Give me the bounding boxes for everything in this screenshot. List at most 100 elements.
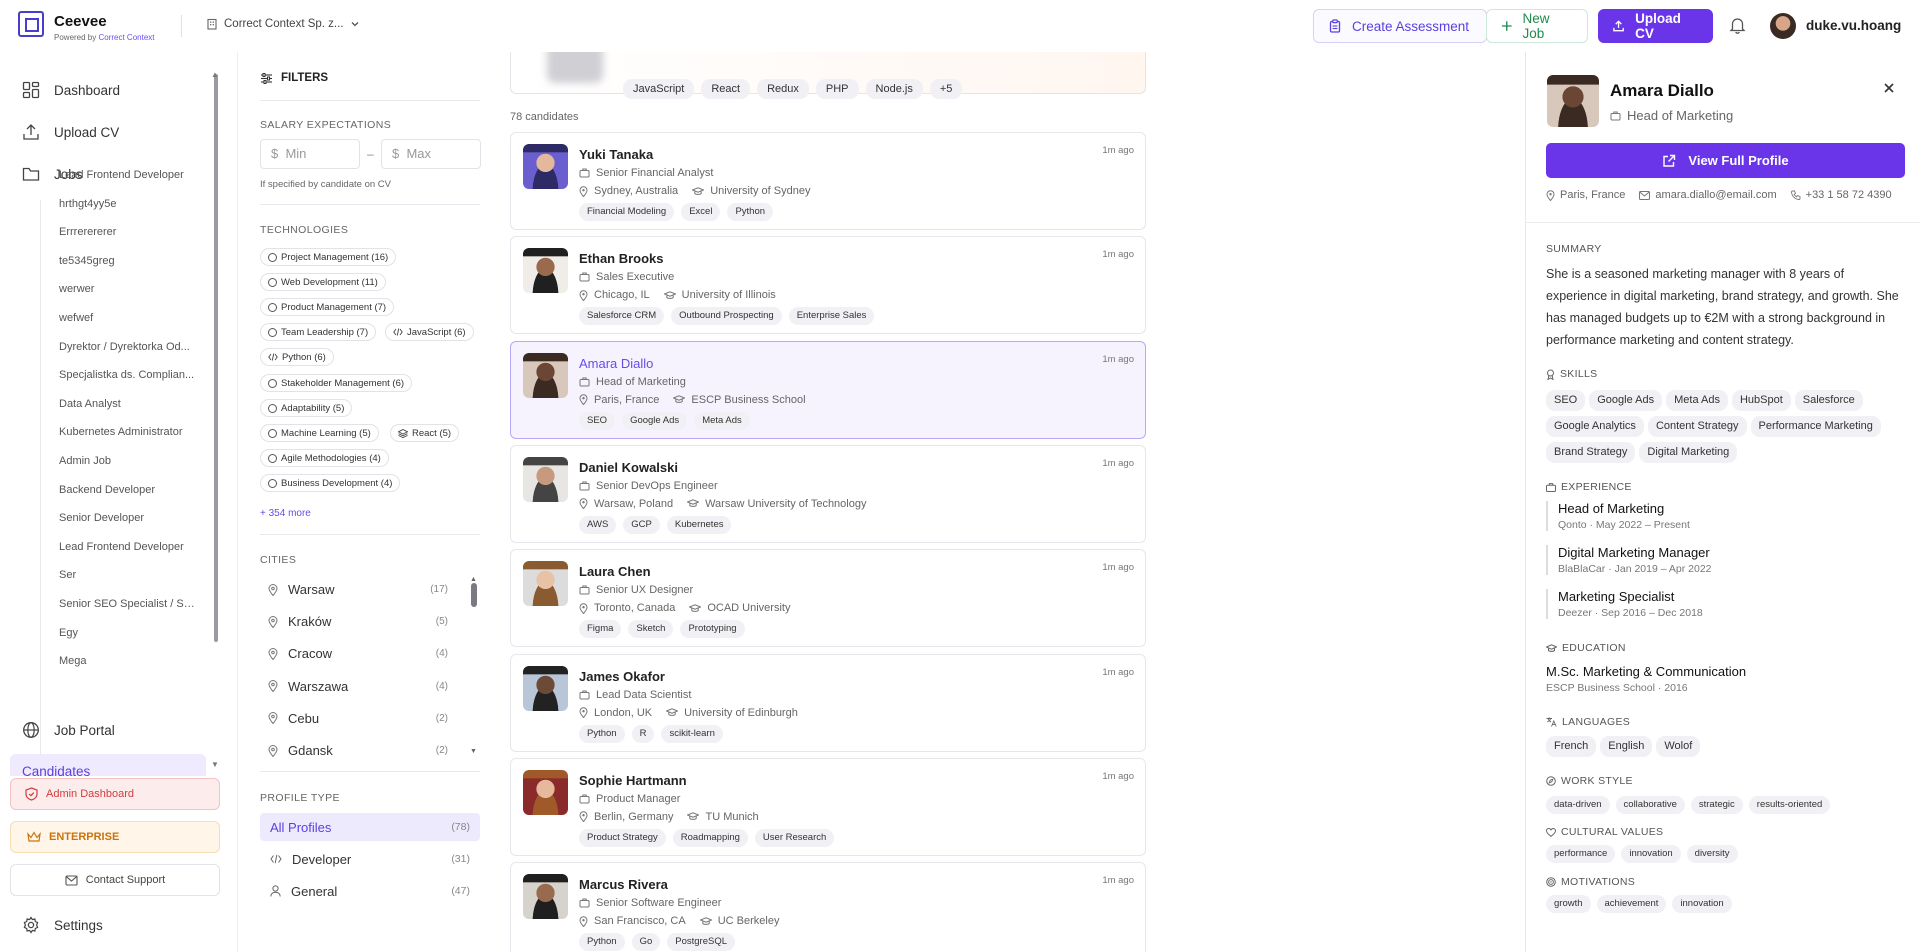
ceevee-logo[interactable] (18, 11, 44, 37)
candidate-card[interactable]: Laura Chen 1m ago Senior UX Designer Toront… (510, 549, 1146, 648)
candidate-name[interactable]: Amara Diallo (579, 356, 653, 371)
candidate-card[interactable]: Daniel Kowalski 1m ago Senior DevOps Engin… (510, 444, 1146, 543)
sidebar-job-item[interactable]: Errrerererer (59, 226, 197, 238)
scroll-down-icon[interactable]: ▼ (211, 760, 219, 769)
company-switcher[interactable]: Correct Context Sp. z... (206, 18, 360, 30)
close-icon[interactable] (1883, 82, 1895, 94)
new-job-button[interactable]: New Job (1486, 9, 1588, 43)
candidate-avatar (523, 874, 568, 920)
technology-chip[interactable]: JavaScript (6) (385, 323, 474, 341)
sidebar-job-item[interactable]: Senior SEO Specialist / SE... (59, 598, 197, 610)
skill-tag: Roadmapping (672, 828, 748, 847)
sidebar-job-item[interactable]: Lead Frontend Developer (59, 169, 197, 181)
technology-chip[interactable]: Machine Learning (5) (260, 424, 379, 442)
technology-chip[interactable]: Adaptability (5) (260, 399, 353, 417)
sidebar-job-item[interactable]: Mega (59, 655, 197, 667)
enterprise-badge[interactable]: ENTERPRISE (10, 821, 220, 853)
summary-heading: SUMMARY (1546, 243, 1602, 255)
candidate-card[interactable]: James Okafor 1m ago Lead Data Scientist Lon… (510, 653, 1146, 752)
nav-candidates[interactable]: Candidates (10, 754, 206, 776)
pin-icon (579, 185, 588, 197)
powered-link[interactable]: Correct Context (98, 33, 154, 42)
candidate-name[interactable]: Marcus Rivera (579, 877, 668, 892)
school-icon-wrap (684, 186, 705, 196)
salary-min-input[interactable]: $ Min (260, 139, 360, 169)
candidate-card[interactable]: Sophie Hartmann 1m ago Product Manager Berl… (510, 757, 1146, 856)
radio-circle-icon (268, 453, 277, 463)
candidate-card[interactable]: Amara Diallo 1m ago Head of Marketing Paris… (510, 340, 1146, 439)
sidebar-job-item[interactable]: Kubernetes Administrator (59, 426, 197, 438)
profile-type-general[interactable]: General (47) (260, 877, 480, 905)
technology-chip[interactable]: Product Management (7) (260, 298, 395, 316)
contact-support-button[interactable]: Contact Support (10, 864, 220, 896)
school-icon-wrap (679, 499, 700, 508)
candidate-card[interactable]: Yuki Tanaka 1m ago Senior Financial Analys… (510, 132, 1146, 230)
city-option-cracow[interactable]: Cracow (4) (260, 646, 448, 661)
heart-icon (1546, 827, 1556, 837)
username[interactable]: duke.vu.hoang (1806, 18, 1901, 33)
scroll-up-icon[interactable]: ▲ (470, 576, 477, 583)
nav-dashboard[interactable]: Dashboard (22, 81, 120, 99)
sidebar-job-item[interactable]: Ser (59, 569, 197, 581)
scroll-down-icon[interactable]: ▼ (470, 748, 477, 755)
school-icon-wrap (679, 812, 700, 821)
scroll-up-icon[interactable]: ▲ (211, 70, 219, 79)
technology-chip[interactable]: React (5) (390, 424, 460, 442)
candidate-name[interactable]: Daniel Kowalski (579, 460, 678, 475)
city-option-cebu[interactable]: Cebu (2) (260, 711, 448, 726)
sidebar-job-item[interactable]: Egy (59, 627, 197, 639)
sidebar-job-item[interactable]: te5345greg (59, 255, 197, 267)
sidebar-job-item[interactable]: wefwef (59, 312, 197, 324)
candidate-name[interactable]: Sophie Hartmann (579, 773, 687, 788)
technology-chip[interactable]: Web Development (11) (260, 273, 386, 291)
cities-scroll-thumb[interactable] (471, 583, 477, 607)
sidebar-job-item[interactable]: Specjalistka ds. Complian... (59, 369, 197, 381)
city-option-warsaw[interactable]: Warsaw (17) (260, 582, 448, 597)
sidebar-job-item[interactable]: hrthgt4yy5e (59, 198, 197, 210)
view-full-profile-button[interactable]: View Full Profile (1546, 143, 1905, 178)
education-heading: EDUCATION (1546, 642, 1626, 654)
phone-info[interactable]: +33 1 58 72 4390 (1790, 189, 1892, 201)
experience-title: Head of Marketing (1558, 501, 1665, 516)
technology-chip[interactable]: Team Leadership (7) (260, 323, 377, 341)
candidate-name[interactable]: Yuki Tanaka (579, 147, 653, 162)
user-avatar[interactable] (1770, 13, 1796, 39)
candidate-count: 78 candidates (510, 111, 579, 123)
technology-chip[interactable]: Agile Methodologies (4) (260, 449, 389, 467)
admin-dashboard-button[interactable]: Admin Dashboard (10, 778, 220, 810)
candidate-card[interactable]: Marcus Rivera 1m ago Senior Software Engin… (510, 862, 1146, 952)
technology-chip[interactable]: Project Management (16) (260, 248, 397, 266)
technology-chip[interactable]: Business Development (4) (260, 474, 401, 492)
bell-icon[interactable] (1729, 16, 1746, 34)
candidate-name[interactable]: James Okafor (579, 669, 665, 684)
salary-max-input[interactable]: $ Max (381, 139, 481, 169)
candidate-name[interactable]: Ethan Brooks (579, 251, 664, 266)
show-more-link[interactable]: + 354 more (260, 508, 311, 519)
sidebar-job-item[interactable]: Senior Developer (59, 512, 197, 524)
technology-chip[interactable]: Python (6) (260, 348, 334, 366)
profile-type-all-profiles[interactable]: All Profiles (78) (260, 813, 480, 841)
sidebar-scroll-thumb[interactable] (214, 74, 218, 642)
candidate-card[interactable]: JavaScript React Redux PHP Node.js +5 (510, 52, 1146, 99)
nav-upload-cv[interactable]: Upload CV (22, 123, 119, 141)
upload-cv-button[interactable]: Upload CV (1598, 9, 1713, 43)
sidebar-job-item[interactable]: Lead Frontend Developer (59, 541, 197, 553)
create-assessment-button[interactable]: Create Assessment (1313, 9, 1487, 43)
candidate-name[interactable]: Laura Chen (579, 564, 651, 579)
technology-chip[interactable]: Stakeholder Management (6) (260, 374, 413, 392)
sidebar-job-item[interactable]: werwer (59, 283, 197, 295)
city-option-warszawa[interactable]: Warszawa (4) (260, 679, 448, 694)
city-option-gdansk[interactable]: Gdansk (2) (260, 743, 448, 758)
sidebar-job-item[interactable]: Dyrektor / Dyrektorka Od... (59, 341, 197, 353)
languages-heading-text: LANGUAGES (1562, 716, 1631, 728)
sidebar-job-item[interactable]: Admin Job (59, 455, 197, 467)
briefcase-icon (579, 898, 590, 908)
candidate-card[interactable]: Ethan Brooks 1m ago Sales Executive Chicago… (510, 236, 1146, 335)
email-info[interactable]: amara.diallo@email.com (1639, 189, 1777, 201)
nav-job-portal[interactable]: Job Portal (22, 721, 115, 739)
sidebar-job-item[interactable]: Backend Developer (59, 484, 197, 496)
nav-settings[interactable]: Settings (22, 916, 103, 934)
city-option-krak-w[interactable]: Kraków (5) (260, 614, 448, 629)
sidebar-job-item[interactable]: Data Analyst (59, 398, 197, 410)
profile-type-developer[interactable]: Developer (31) (260, 845, 480, 873)
